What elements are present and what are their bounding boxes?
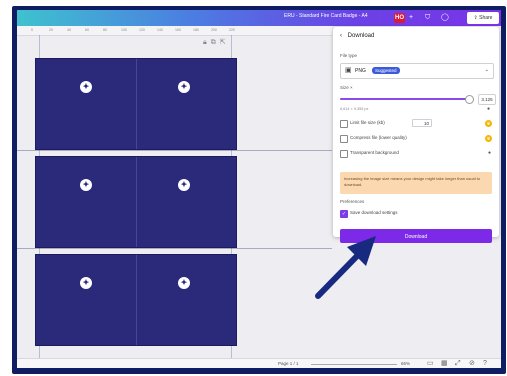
- annotation-arrow-icon: [315, 236, 376, 299]
